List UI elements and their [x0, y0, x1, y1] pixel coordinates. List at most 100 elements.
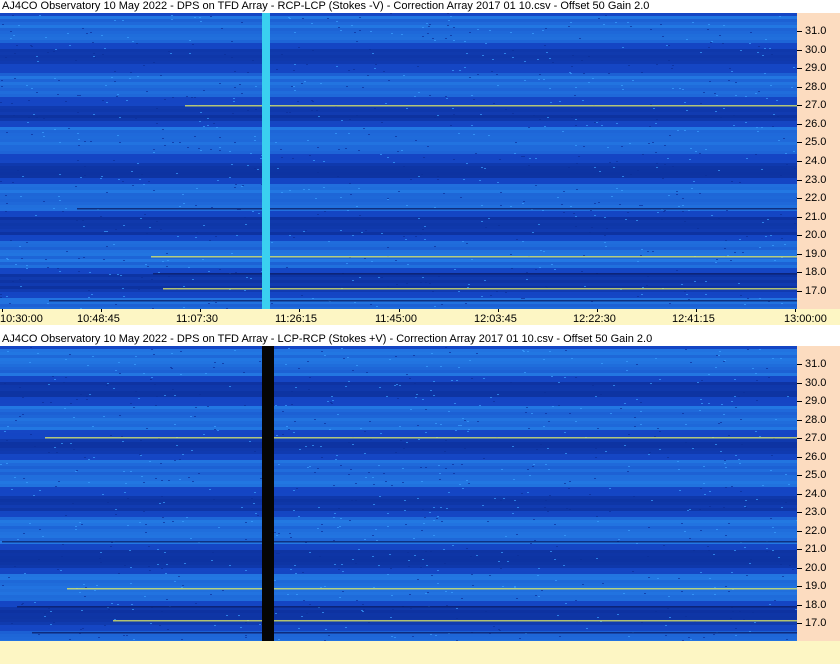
noise-speck [461, 464, 463, 465]
noise-speck [126, 100, 128, 101]
noise-speck [742, 252, 744, 253]
noise-speck [568, 167, 570, 168]
frequency-tick-label: 31.0 [805, 358, 827, 370]
noise-speck [422, 559, 424, 560]
noise-speck [345, 148, 347, 149]
noise-speck [159, 503, 161, 504]
noise-speck [596, 558, 598, 559]
noise-speck [505, 292, 507, 293]
noise-speck [238, 615, 240, 616]
noise-speck [772, 527, 774, 528]
noise-speck [430, 390, 432, 391]
noise-speck [468, 483, 470, 484]
noise-speck [16, 45, 18, 46]
noise-speck [549, 351, 551, 352]
noise-speck [85, 587, 87, 588]
noise-speck [659, 379, 661, 380]
noise-speck [604, 242, 606, 243]
noise-speck [686, 294, 688, 295]
noise-speck [364, 453, 366, 454]
noise-speck [791, 87, 793, 88]
noise-speck [418, 92, 420, 93]
frequency-tick-label: 30.0 [805, 377, 827, 389]
frequency-tick-label: 29.0 [805, 62, 827, 74]
noise-speck [346, 263, 348, 264]
noise-speck [433, 520, 435, 521]
noise-speck [487, 521, 489, 522]
noise-speck [523, 298, 525, 299]
noise-speck [358, 188, 360, 189]
spectrogram-rcp-lcp[interactable] [0, 13, 797, 309]
noise-speck [364, 258, 366, 259]
spectrogram-band [0, 16, 797, 19]
noise-speck [150, 379, 152, 380]
noise-speck [467, 287, 469, 288]
noise-speck [493, 626, 495, 627]
noise-speck [396, 384, 398, 385]
spectrogram-band [0, 463, 797, 466]
noise-speck [418, 176, 420, 177]
noise-speck [37, 353, 39, 354]
noise-speck [219, 269, 221, 270]
time-axis: 10:30:00 10:48:45 11:07:30 11:26:15 11:45:00… [0, 309, 840, 325]
noise-speck [435, 423, 437, 424]
noise-speck [575, 377, 577, 378]
noise-speck [468, 284, 470, 285]
noise-speck [739, 611, 741, 612]
noise-speck [605, 451, 607, 452]
frequency-tick [797, 475, 802, 476]
noise-speck [564, 377, 566, 378]
noise-speck [276, 553, 278, 554]
frequency-tick-label: 22.0 [805, 525, 827, 537]
noise-speck [459, 484, 461, 485]
noise-speck [289, 112, 291, 113]
noise-speck [76, 220, 78, 221]
noise-speck [254, 492, 256, 493]
spectrogram-band [0, 490, 797, 493]
noise-speck [677, 130, 679, 131]
noise-speck [98, 637, 100, 638]
spectrogram-band [0, 76, 797, 79]
noise-speck [179, 206, 181, 207]
noise-speck [417, 579, 419, 580]
noise-speck [381, 277, 383, 278]
noise-speck [311, 110, 313, 111]
spectrogram-band [0, 574, 797, 577]
noise-speck [535, 185, 537, 186]
noise-speck [199, 121, 201, 122]
noise-speck [490, 295, 492, 296]
noise-speck [546, 52, 548, 53]
noise-speck [194, 97, 196, 98]
frequency-tick [797, 124, 802, 125]
noise-speck [429, 95, 431, 96]
noise-speck [294, 64, 296, 65]
noise-speck [66, 251, 68, 252]
noise-speck [362, 611, 364, 612]
noise-speck [756, 127, 758, 128]
noise-speck [141, 174, 143, 175]
noise-speck [308, 189, 310, 190]
spectrogram-band [0, 184, 797, 187]
noise-speck [48, 608, 50, 609]
noise-speck [119, 373, 121, 374]
spectrogram-band [0, 229, 797, 232]
noise-speck [500, 500, 502, 501]
noise-speck [165, 573, 167, 574]
noise-speck [79, 522, 81, 523]
noise-speck [104, 231, 106, 232]
noise-speck [342, 571, 344, 572]
noise-speck [350, 194, 352, 195]
noise-speck [434, 40, 436, 41]
frequency-tick [797, 623, 802, 624]
noise-speck [450, 125, 452, 126]
noise-speck [325, 629, 327, 630]
noise-speck [321, 457, 323, 458]
noise-speck [757, 52, 759, 53]
spectrogram-lcp-rcp[interactable] [0, 346, 797, 641]
noise-speck [785, 502, 787, 503]
frequency-tick [797, 87, 802, 88]
frequency-tick [797, 68, 802, 69]
noise-speck [148, 566, 150, 567]
noise-speck [433, 507, 435, 508]
noise-speck [349, 183, 351, 184]
